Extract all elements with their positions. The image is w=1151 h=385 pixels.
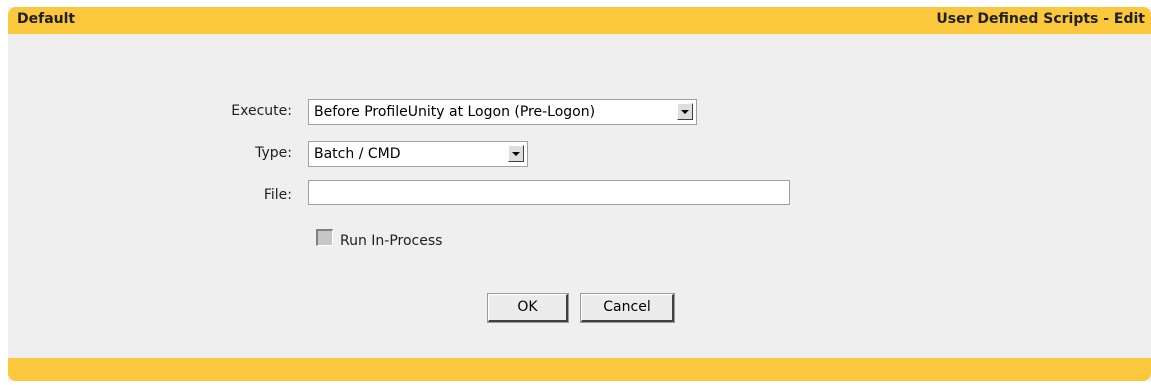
profile-title: Default	[17, 11, 76, 27]
ok-button[interactable]: OK	[487, 293, 569, 323]
type-select-value: Batch / CMD	[314, 146, 401, 162]
file-input[interactable]	[308, 180, 790, 205]
page-title: User Defined Scripts - Edit	[936, 11, 1145, 27]
execute-select[interactable]: Before ProfileUnity at Logon (Pre-Logon)	[308, 99, 697, 125]
execute-select-value: Before ProfileUnity at Logon (Pre-Logon)	[314, 104, 596, 120]
edit-panel: Default User Defined Scripts - Edit Exec…	[8, 7, 1151, 381]
run-in-process-checkbox[interactable]	[316, 229, 333, 246]
type-label: Type:	[255, 145, 292, 161]
footer-bar	[8, 358, 1151, 381]
file-label: File:	[263, 187, 292, 203]
cancel-button[interactable]: Cancel	[580, 293, 675, 323]
chevron-down-icon[interactable]	[508, 145, 524, 162]
execute-label: Execute:	[231, 103, 292, 119]
run-in-process-label: Run In-Process	[340, 233, 443, 249]
chevron-down-icon[interactable]	[677, 103, 693, 120]
type-select[interactable]: Batch / CMD	[308, 141, 528, 167]
header-bar: Default User Defined Scripts - Edit	[8, 7, 1151, 34]
